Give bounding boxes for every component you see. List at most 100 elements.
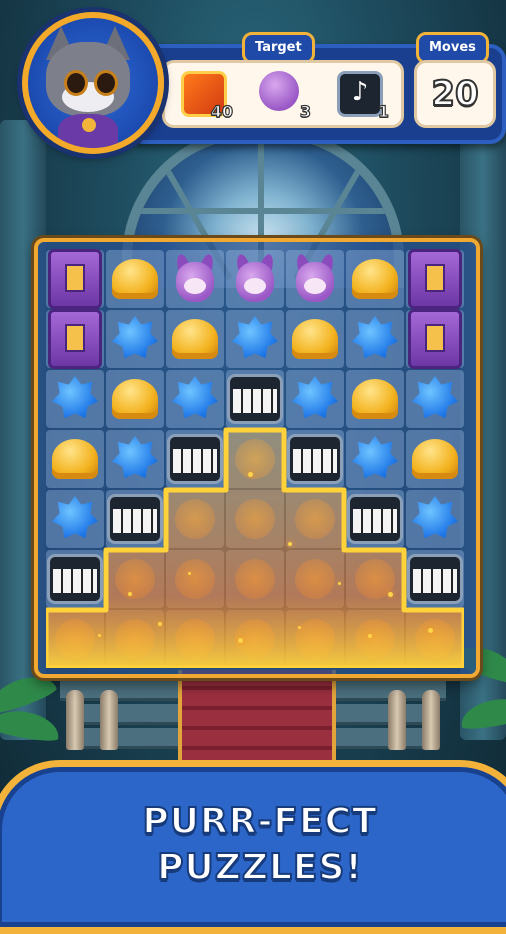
piano-blocker-icon <box>167 434 223 484</box>
ember-spark <box>188 572 191 575</box>
fire-tile-icon <box>235 559 275 599</box>
goal-count: 40 <box>210 101 233 121</box>
board-cell[interactable] <box>226 250 284 308</box>
fire-tile-icon <box>175 619 215 659</box>
banner-line-2: PUZZLES! <box>156 846 363 889</box>
purple-bunny-icon <box>259 71 299 111</box>
board-cell[interactable] <box>166 490 224 548</box>
purple-bunny-icon <box>172 252 218 304</box>
fire-tile-icon <box>415 619 455 659</box>
board-cell[interactable] <box>226 490 284 548</box>
promo-banner: PURR-FECT PUZZLES! <box>0 760 506 934</box>
board-cell[interactable] <box>166 310 224 368</box>
board-cell[interactable] <box>286 370 344 428</box>
yellow-bell-icon <box>52 439 98 479</box>
board-cell[interactable] <box>166 250 224 308</box>
blue-star-icon <box>291 375 339 419</box>
board-cell[interactable] <box>346 310 404 368</box>
board-cell[interactable] <box>406 610 464 668</box>
board-cell[interactable] <box>286 550 344 608</box>
blue-star-icon <box>231 315 279 359</box>
board-cell[interactable] <box>346 430 404 488</box>
board-cell[interactable] <box>166 550 224 608</box>
board-cell[interactable] <box>286 610 344 668</box>
yellow-bell-icon <box>352 259 398 299</box>
board-cell[interactable] <box>226 610 284 668</box>
baluster <box>422 690 440 750</box>
hud: Target Moves 40 3 ♪ 1 20 <box>8 8 506 154</box>
board-cell[interactable] <box>406 550 464 608</box>
board-cell[interactable] <box>226 370 284 428</box>
board-cell[interactable] <box>166 610 224 668</box>
fire-tile-icon <box>115 619 155 659</box>
board-cell[interactable] <box>406 249 464 309</box>
fire-tile-icon <box>55 619 95 659</box>
red-carpet <box>178 670 336 760</box>
piano-blocker-icon <box>227 374 283 424</box>
board-cell[interactable] <box>46 309 104 369</box>
yellow-bell-icon <box>352 379 398 419</box>
banner-line-1: PURR-FECT <box>141 800 378 843</box>
board-cell[interactable] <box>46 610 104 668</box>
board-cell[interactable] <box>346 610 404 668</box>
cat-bell-icon <box>82 118 96 132</box>
board-cell[interactable] <box>406 309 464 369</box>
board-cell[interactable] <box>346 550 404 608</box>
board-cell[interactable] <box>46 249 104 309</box>
blue-star-icon <box>111 315 159 359</box>
blue-star-icon <box>51 375 99 419</box>
purple-door-icon <box>408 309 462 369</box>
blue-star-icon <box>411 495 459 539</box>
music-note-icon: ♪ <box>337 71 383 117</box>
board-cell[interactable] <box>226 310 284 368</box>
board-cell[interactable] <box>406 430 464 488</box>
board-cell[interactable] <box>106 490 164 548</box>
board-cell[interactable] <box>226 550 284 608</box>
board-cell[interactable] <box>106 430 164 488</box>
board-cell[interactable] <box>286 250 344 308</box>
board-cell[interactable] <box>106 550 164 608</box>
board-cell[interactable] <box>46 550 104 608</box>
board-cell[interactable] <box>286 430 344 488</box>
fire-tile-icon <box>115 559 155 599</box>
purple-bunny-icon <box>232 252 278 304</box>
yellow-bell-icon <box>172 319 218 359</box>
game-board <box>34 238 480 678</box>
board-cell[interactable] <box>46 490 104 548</box>
baluster <box>66 690 84 750</box>
board-cell[interactable] <box>406 490 464 548</box>
board-cell[interactable] <box>106 610 164 668</box>
cat-avatar[interactable] <box>22 12 164 154</box>
fire-tile-icon <box>295 619 335 659</box>
yellow-bell-icon <box>292 319 338 359</box>
board-cell[interactable] <box>346 370 404 428</box>
board-cell[interactable] <box>346 490 404 548</box>
ember-spark <box>298 626 301 629</box>
ember-spark <box>238 638 243 643</box>
yellow-bell-icon <box>412 439 458 479</box>
piano-blocker-icon <box>47 554 103 604</box>
board-cell[interactable] <box>46 370 104 428</box>
board-cell[interactable] <box>106 370 164 428</box>
tile-grid <box>46 249 464 668</box>
board-cell[interactable] <box>286 310 344 368</box>
ember-spark <box>388 592 393 597</box>
board-cell[interactable] <box>346 250 404 308</box>
board-cell[interactable] <box>286 490 344 548</box>
ember-spark <box>368 634 372 638</box>
board-cell[interactable] <box>46 430 104 488</box>
blue-star-icon <box>51 495 99 539</box>
goal-fire: 40 <box>177 71 234 122</box>
cat-eye <box>94 70 118 96</box>
board-cell[interactable] <box>166 370 224 428</box>
fire-tile-icon <box>175 559 215 599</box>
ember-spark <box>158 622 162 626</box>
board-cell[interactable] <box>166 430 224 488</box>
board-cell[interactable] <box>406 370 464 428</box>
piano-blocker-icon <box>407 554 463 604</box>
board-cell[interactable] <box>106 250 164 308</box>
goal-bunny: 3 <box>255 71 312 122</box>
board-cell[interactable] <box>226 430 284 488</box>
board-cell[interactable] <box>106 310 164 368</box>
fire-tile-icon <box>295 559 335 599</box>
